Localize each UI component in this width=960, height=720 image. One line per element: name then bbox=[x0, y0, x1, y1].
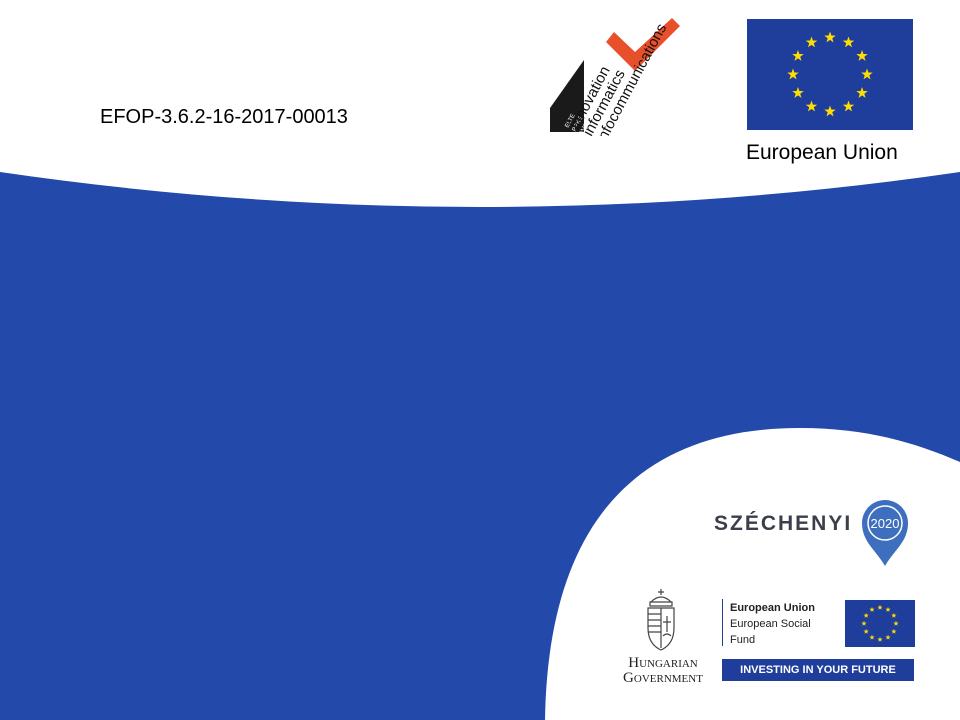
esf-line-1: European Social bbox=[730, 618, 811, 630]
eu-caption: European Union bbox=[746, 141, 898, 164]
government-line-2: Government bbox=[623, 670, 703, 686]
investing-banner: INVESTING IN YOUR FUTURE bbox=[722, 659, 914, 681]
eu-flag bbox=[747, 19, 913, 130]
government-text: Hungarian Government bbox=[618, 656, 708, 686]
szechenyi-wordmark: SZÉCHENYI bbox=[714, 512, 853, 535]
esf-title: European Union bbox=[730, 602, 815, 614]
esf-divider bbox=[722, 599, 723, 646]
iik-logo: ELTE PPKE BME innovation informatics inf… bbox=[550, 18, 680, 136]
szechenyi-pin-icon: 2020 bbox=[862, 500, 908, 566]
government-line-1: Hungarian bbox=[628, 655, 698, 671]
esf-text: European Union European Social Fund bbox=[730, 600, 815, 648]
project-code: EFOP-3.6.2-16-2017-00013 bbox=[100, 106, 348, 128]
coat-of-arms-icon bbox=[647, 589, 675, 651]
szechenyi-year: 2020 bbox=[871, 516, 900, 531]
esf-line-2: Fund bbox=[730, 634, 756, 646]
esf-eu-flag bbox=[845, 600, 915, 647]
slide: EFOP-3.6.2-16-2017-00013 ELTE PPKE BME i… bbox=[0, 0, 960, 720]
